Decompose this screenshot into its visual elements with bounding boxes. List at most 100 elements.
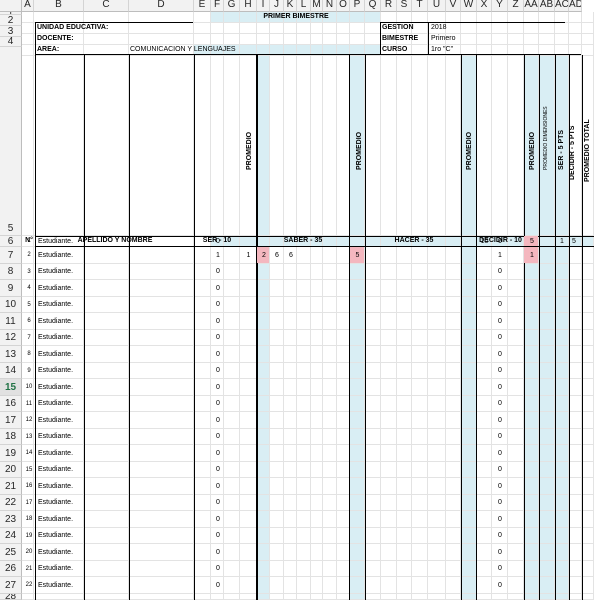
ser-value: 0	[216, 268, 220, 275]
row-header-4[interactable]: 4	[0, 37, 22, 47]
table-row[interactable]	[22, 346, 594, 363]
row-header-13[interactable]: 13	[0, 346, 22, 363]
row-header-28[interactable]: 28	[0, 594, 22, 600]
row-header-27[interactable]: 27	[0, 577, 22, 594]
row-header-11[interactable]: 11	[0, 313, 22, 330]
table-row[interactable]	[22, 313, 594, 330]
spreadsheet[interactable]: ABCDEFGHIJKLMNOPQRSTUVWXYZAAABACAD123456…	[0, 0, 594, 600]
column-header-q[interactable]: Q	[365, 0, 381, 12]
column-header-h[interactable]: H	[240, 0, 257, 12]
column-header-y[interactable]: Y	[492, 0, 508, 12]
student-number: 5	[27, 302, 31, 308]
column-header-g[interactable]: G	[224, 0, 240, 12]
row-header-2[interactable]: 2	[0, 15, 22, 26]
table-row[interactable]	[22, 561, 594, 577]
table-row[interactable]	[22, 445, 594, 462]
row-header-21[interactable]: 21	[0, 478, 22, 495]
column-header-n[interactable]: N	[323, 0, 337, 12]
row-header-10[interactable]: 10	[0, 297, 22, 313]
column-header-a[interactable]: A	[22, 0, 34, 12]
column-header-c[interactable]: C	[84, 0, 129, 12]
column-header-ad[interactable]: AD	[569, 0, 582, 12]
row-header-26[interactable]: 26	[0, 561, 22, 577]
table-row[interactable]	[22, 396, 594, 412]
row-header-3[interactable]: 3	[0, 26, 22, 37]
row-header-16[interactable]: 16	[0, 396, 22, 412]
table-row[interactable]	[22, 330, 594, 346]
column-header-aa[interactable]: AA	[524, 0, 539, 12]
column-header-f[interactable]: F	[211, 0, 224, 12]
row-header-6[interactable]: 6	[0, 236, 22, 247]
table-row[interactable]	[22, 478, 594, 495]
column-header-ac[interactable]: AC	[555, 0, 569, 12]
column-header-j[interactable]: J	[270, 0, 284, 12]
column-header-ab[interactable]: AB	[539, 0, 555, 12]
row-header-22[interactable]: 22	[0, 495, 22, 511]
table-row[interactable]	[22, 236, 594, 247]
row-header-25[interactable]: 25	[0, 544, 22, 561]
table-row[interactable]	[22, 511, 594, 528]
row-header-23[interactable]: 23	[0, 511, 22, 528]
promedio-dimension-value	[525, 280, 539, 297]
column-header-u[interactable]: U	[428, 0, 446, 12]
promedio-saber-value	[351, 561, 364, 577]
column-header-e[interactable]: E	[194, 0, 211, 12]
row-header-14[interactable]: 14	[0, 363, 22, 379]
row-header-24[interactable]: 24	[0, 528, 22, 544]
select-all-corner[interactable]	[0, 0, 22, 12]
table-row[interactable]	[22, 264, 594, 280]
column-header-p[interactable]: P	[350, 0, 365, 12]
column-header-s[interactable]: S	[397, 0, 412, 12]
student-name: Estudiante.	[38, 285, 74, 292]
ser-value: 0	[216, 532, 220, 539]
row-header-7[interactable]: 7	[0, 247, 22, 264]
column-header-d[interactable]: D	[129, 0, 194, 12]
row-header-19[interactable]: 19	[0, 445, 22, 462]
promedio-saber-value	[351, 396, 364, 412]
student-name: Estudiante.	[38, 483, 74, 490]
student-number: 18	[25, 516, 33, 522]
table-row[interactable]	[22, 297, 594, 313]
table-row[interactable]	[22, 429, 594, 445]
row-header-17[interactable]: 17	[0, 412, 22, 429]
table-row[interactable]	[22, 363, 594, 379]
table-row[interactable]	[22, 577, 594, 594]
student-name: Estudiante.	[38, 367, 74, 374]
table-row[interactable]	[22, 544, 594, 561]
row-header-9[interactable]: 9	[0, 280, 22, 297]
column-header-k[interactable]: K	[284, 0, 297, 12]
column-header-b[interactable]: B	[34, 0, 84, 12]
table-row[interactable]	[22, 495, 594, 511]
table-row[interactable]	[22, 280, 594, 297]
column-header-t[interactable]: T	[412, 0, 428, 12]
column-header-v[interactable]: V	[446, 0, 461, 12]
row-header-18[interactable]: 18	[0, 429, 22, 445]
column-header-i[interactable]: I	[257, 0, 270, 12]
table-row[interactable]	[22, 528, 594, 544]
row-header-8[interactable]: 8	[0, 264, 22, 280]
column-header-m[interactable]: M	[311, 0, 323, 12]
column-header-l[interactable]: L	[297, 0, 311, 12]
column-header-z[interactable]: Z	[508, 0, 524, 12]
table-row[interactable]	[22, 379, 594, 396]
student-number: 12	[25, 417, 33, 423]
decidir-value	[477, 511, 492, 528]
decidir-value-x: 0	[498, 351, 502, 358]
table-row[interactable]	[22, 247, 594, 264]
decidir-value-x: 0	[498, 516, 502, 523]
row-header-12[interactable]: 12	[0, 330, 22, 346]
table-row[interactable]	[22, 462, 594, 478]
row-header-5[interactable]: 5	[0, 47, 22, 236]
column-header-r[interactable]: R	[381, 0, 397, 12]
row-header-15[interactable]: 15	[0, 379, 22, 396]
table-row[interactable]	[22, 412, 594, 429]
row-header-20[interactable]: 20	[0, 462, 22, 478]
grid-line-h	[22, 55, 594, 56]
promedio-dimension-value	[525, 313, 539, 330]
column-header-o[interactable]: O	[337, 0, 350, 12]
promedio-saber-value	[351, 313, 364, 330]
column-header-x[interactable]: X	[477, 0, 492, 12]
ser-value: 0	[216, 238, 220, 245]
decidir-value-x: 0	[498, 466, 502, 473]
column-header-w[interactable]: W	[461, 0, 477, 12]
